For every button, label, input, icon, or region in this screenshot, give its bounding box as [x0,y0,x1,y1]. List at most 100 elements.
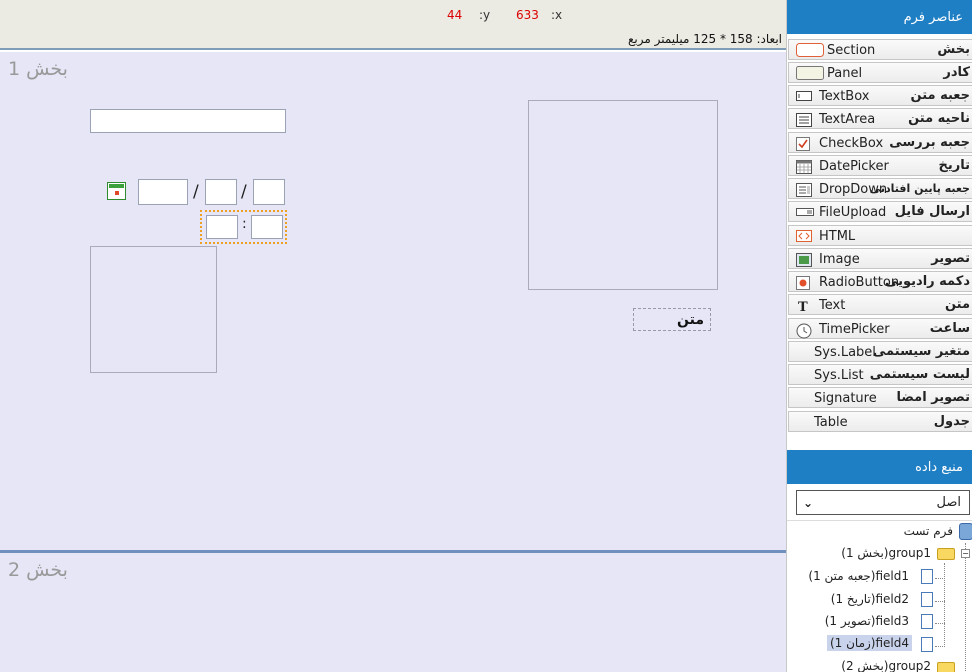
dropdown-icon [796,183,812,197]
tool-label-fa: تصویر [931,251,970,266]
file-icon [921,637,933,652]
tool-label-fa: کادر [943,65,970,80]
checkbox-icon [796,137,812,151]
svg-text:T: T [798,300,808,313]
time-picker[interactable]: : [200,210,287,244]
tool-radiobutton[interactable]: RadioButton دکمه رادیویی [788,271,972,292]
tool-label-en: TimePicker [819,322,890,337]
x-coordinate-label: :x [551,8,563,22]
tool-section[interactable]: Section بخش [788,39,972,60]
tool-label-en: DatePicker [819,159,889,174]
tool-label-en: HTML [819,229,856,244]
tool-label-fa: متن [944,297,970,312]
tool-datepicker[interactable]: DatePicker تاریخ [788,155,972,176]
tool-label-en: Sys.Label [814,345,876,360]
tool-fileupload[interactable]: FileUpload ارسال فایل [788,201,972,222]
tool-label-fa: جعبه متن [910,88,970,103]
tool-textbox[interactable]: TextBox جعبه متن [788,85,972,106]
datasource-select[interactable]: اصل ⌄ [796,490,970,515]
form-elements-header: عناصر فرم [787,0,972,34]
tool-timepicker[interactable]: TimePicker ساعت [788,318,972,339]
collapse-icon[interactable]: − [961,549,970,558]
side-panel: عناصر فرم Section بخش Panel کادر TextBox جعبه… [786,0,972,672]
textbox-field[interactable] [90,109,286,133]
radio-icon [796,276,812,290]
tool-signature[interactable]: Signature تصویر امضا [788,387,972,408]
calendar-icon [796,160,812,174]
tool-label-en: CheckBox [819,136,884,151]
tool-label-en: Panel [827,66,863,81]
tool-dropdown[interactable]: DropDown جعبه پایین افتادنی [788,178,972,199]
y-coordinate-value: 44 [447,8,463,22]
tool-label-fa: جعبه پایین افتادنی [869,182,970,195]
tool-checkbox[interactable]: CheckBox جعبه بررسی [788,132,972,153]
date-year-input[interactable] [138,179,188,205]
textarea-placeholder[interactable] [90,246,217,373]
date-month-input[interactable] [205,179,237,205]
tool-label-en: Sys.List [814,368,864,383]
time-separator: : [242,216,247,232]
datasource-header: منبع داده [787,450,972,484]
status-bar: :x 633 :y 44 ابعاد: 158 * 125 میلیمتر مر… [0,0,786,50]
tool-label-fa: ناحیه متن [908,111,970,126]
text-element[interactable]: متن [633,308,711,331]
tree-field-4[interactable]: field4(زمان 1) [826,635,912,651]
tool-label-fa: متغیر سیستمی [872,344,970,359]
x-coordinate-value: 633 [516,8,539,22]
tree-group-1[interactable]: group1(بخش 1) [841,546,931,560]
date-separator: / [241,182,247,202]
html-icon [796,230,812,243]
form-section-2[interactable]: بخش 2 [0,553,786,672]
tool-label-fa: بخش [937,42,970,57]
textarea-icon [796,113,812,127]
panel-icon [796,66,824,80]
tool-image[interactable]: Image تصویر [788,248,972,269]
tool-label-en: Table [814,415,848,430]
tree-field-2[interactable]: field2(تاریخ 1) [831,592,909,606]
datasource-tree: فرم تست − group1(بخش 1) field1(جعبه متن … [787,520,972,672]
textbox-icon [796,90,812,103]
tool-label-fa: دکمه رادیویی [884,274,970,289]
tool-label-en: TextBox [819,89,870,104]
form-section-1[interactable]: بخش 1 / / : متن [0,52,786,550]
tool-label-en: Text [819,298,846,313]
folder-icon [937,662,955,672]
upload-icon [796,206,814,219]
tool-label-fa: جعبه بررسی [889,135,970,150]
tool-table[interactable]: Table جدول [788,411,972,432]
tree-root[interactable]: فرم تست [904,524,953,538]
tool-label-fa: تصویر امضا [896,390,970,405]
tool-label-en: Section [827,43,876,58]
tree-group-2[interactable]: group2(بخش 2) [841,659,931,672]
tree-field-3[interactable]: field3(تصویر 1) [825,614,909,628]
time-hour-input[interactable] [206,215,238,239]
calendar-icon[interactable] [107,182,126,200]
time-minute-input[interactable] [251,215,283,239]
tool-syslabel[interactable]: Sys.Label متغیر سیستمی [788,341,972,362]
tool-label-en: FileUpload [819,205,887,220]
chevron-down-icon: ⌄ [803,496,814,510]
tool-label-fa: لیست سیستمی [869,367,970,382]
image-icon [796,253,812,267]
section-icon [796,43,824,57]
tool-text[interactable]: T Text متن [788,294,972,315]
tool-textarea[interactable]: TextArea ناحیه متن [788,108,972,129]
clock-icon [796,323,812,339]
tree-field-1[interactable]: field1(جعبه متن 1) [808,569,909,583]
datasource-select-value: اصل [936,495,962,510]
tool-label-en: Image [819,252,860,267]
tool-label-fa: ارسال فایل [894,204,970,219]
tool-label-fa: تاریخ [938,158,971,173]
image-placeholder[interactable] [528,100,718,290]
tool-label-en: TextArea [819,112,876,127]
tool-panel[interactable]: Panel کادر [788,62,972,83]
tool-syslist[interactable]: Sys.List لیست سیستمی [788,364,972,385]
section-1-title: بخش 1 [8,58,68,80]
tool-html[interactable]: HTML [788,225,972,246]
text-icon: T [796,299,812,315]
y-coordinate-label: :y [479,8,491,22]
date-day-input[interactable] [253,179,285,205]
dimensions-text: ابعاد: 158 * 125 میلیمتر مربع [627,32,782,46]
tool-label-fa: جدول [933,414,970,429]
date-separator: / [193,182,199,202]
